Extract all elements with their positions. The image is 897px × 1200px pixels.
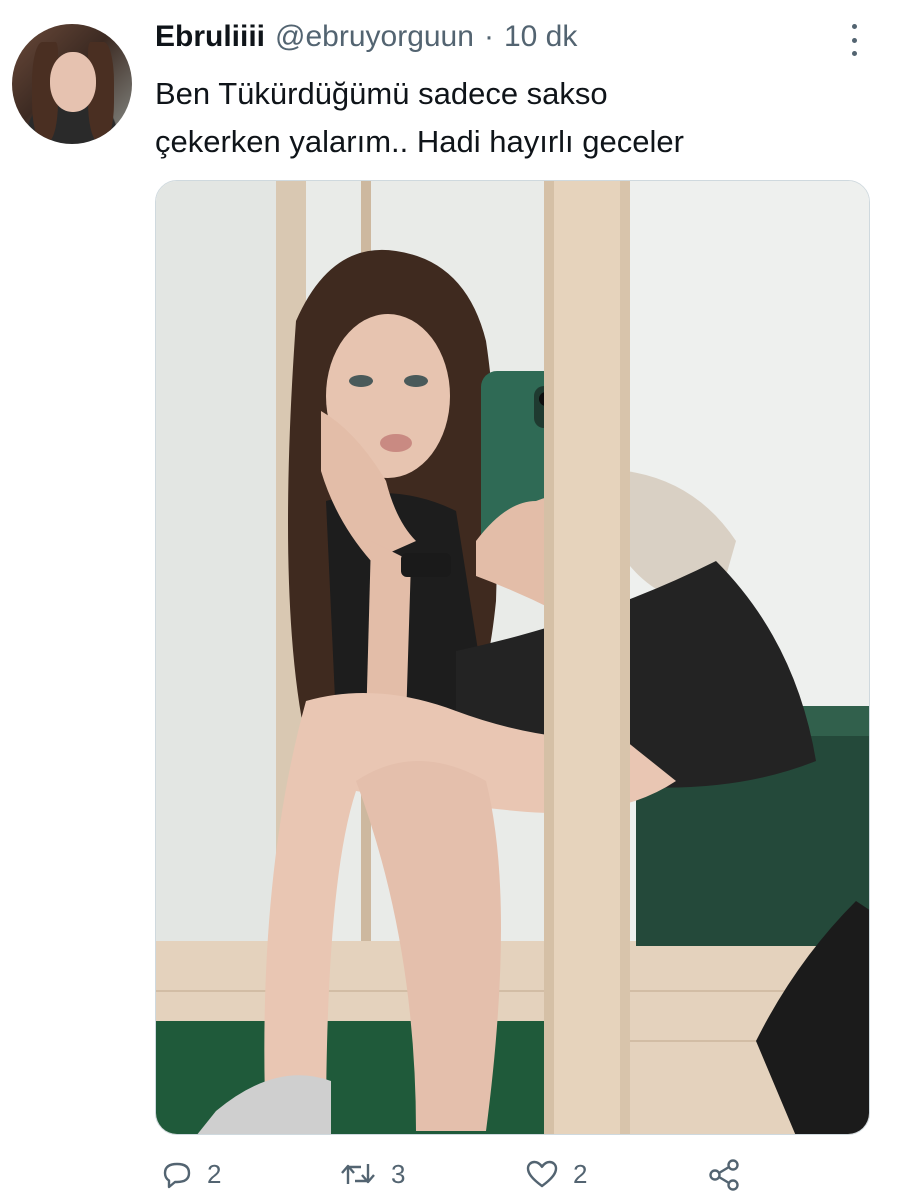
tweet-text-line: Ben Tükürdüğümü sadece sakso [155, 76, 608, 111]
tweet-actions: 2 3 2 [155, 1150, 755, 1200]
reply-button[interactable]: 2 [161, 1158, 221, 1190]
mirror-selfie-photo [156, 181, 869, 1134]
like-button[interactable]: 2 [525, 1158, 587, 1190]
tweet-timestamp[interactable]: 10 dk [504, 20, 577, 54]
retweet-count: 3 [391, 1158, 406, 1189]
share-button[interactable] [707, 1158, 741, 1192]
author-display-name[interactable]: Ebruliiii [155, 20, 265, 54]
tweet-text: Ben Tükürdüğümü sadece sakso çekerken ya… [155, 70, 855, 166]
reply-icon [163, 1162, 191, 1189]
author-handle[interactable]: @ebruyorguun [275, 20, 474, 54]
reply-count: 2 [207, 1158, 222, 1189]
tweet-card: Ebruliiii @ebruyorguun · 10 dk Ben Tükür… [0, 0, 897, 1200]
tweet-text-line: çekerken yalarım.. Hadi hayırlı geceler [155, 124, 684, 159]
more-options-icon[interactable] [842, 24, 866, 56]
retweet-button[interactable]: 3 [339, 1158, 405, 1190]
share-icon [709, 1159, 739, 1191]
avatar[interactable] [12, 24, 132, 144]
retweet-icon [341, 1164, 375, 1184]
like-count: 2 [573, 1158, 588, 1189]
tweet-photo[interactable] [155, 180, 870, 1135]
header-separator: · [483, 20, 494, 53]
tweet-header: Ebruliiii @ebruyorguun · 10 dk [155, 20, 577, 64]
avatar-face [50, 52, 96, 112]
like-icon [526, 1160, 558, 1188]
